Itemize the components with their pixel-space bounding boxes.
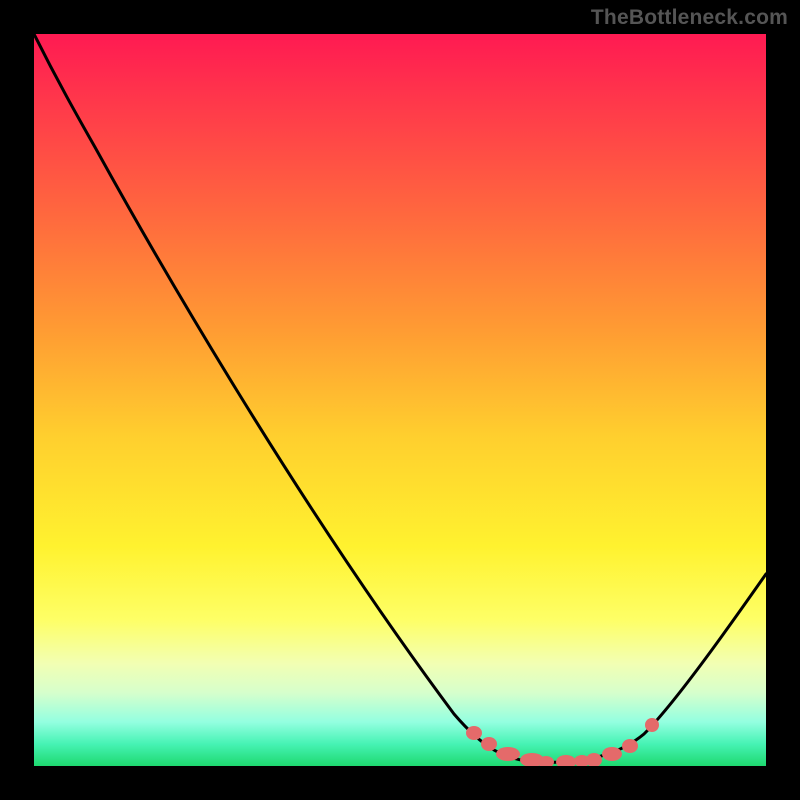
curve-svg (34, 34, 766, 766)
bottleneck-curve (34, 34, 766, 762)
chart-container: TheBottleneck.com (0, 0, 800, 800)
watermark-text: TheBottleneck.com (591, 6, 788, 30)
plot-area (34, 34, 766, 766)
datapoint-cluster (466, 718, 659, 766)
